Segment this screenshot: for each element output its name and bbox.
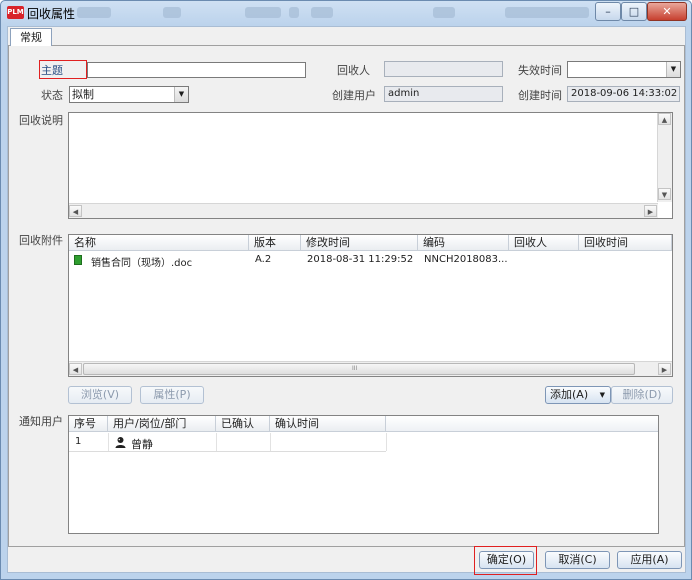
column-header[interactable]: 编码 [418,235,509,251]
attachments-hscrollbar[interactable]: ◀ III ▶ [69,361,672,376]
delete-button[interactable]: 删除(D) [611,386,673,404]
scroll-down-icon[interactable]: ▼ [658,188,671,200]
scroll-up-icon[interactable]: ▲ [658,113,671,125]
creator-label: 创建用户 [332,89,376,102]
notify-users-table: 序号 用户/岗位/部门 已确认 确认时间 1 曾静 [68,415,659,534]
user-icon [115,436,126,448]
notify-index: 1 [75,436,82,447]
description-label: 回收说明 [19,114,63,127]
recipient-label: 回收人 [337,64,370,77]
status-select[interactable]: 拟制 ▼ [69,86,189,103]
scroll-left-icon[interactable]: ◀ [69,205,82,217]
cell-divider [386,433,387,451]
column-header[interactable]: 确认时间 [270,416,386,432]
ok-button[interactable]: 确定(O) [479,551,534,569]
notify-users-label: 通知用户 [19,415,63,428]
attachments-label: 回收附件 [19,234,63,247]
cell-divider [108,433,109,451]
blurred-title-text [245,7,281,18]
properties-button[interactable]: 属性(P) [140,386,204,404]
window-title: 回收属性 [27,7,76,21]
chevron-down-icon[interactable]: ▼ [174,87,188,102]
recipient-field [384,61,503,77]
column-header-filler [386,416,658,432]
browse-button[interactable]: 浏览(V) [68,386,132,404]
subject-input[interactable] [87,62,306,78]
column-header[interactable]: 修改时间 [301,235,418,251]
column-header[interactable]: 回收人 [509,235,579,251]
expire-time-picker[interactable]: ▼ [567,61,681,78]
column-header[interactable]: 序号 [69,416,108,432]
status-value: 拟制 [72,88,94,101]
created-time-field: 2018-09-06 14:33:02 [567,86,680,102]
description-vscrollbar[interactable]: ▲ ▼ [657,113,672,202]
column-header[interactable]: 名称 [69,235,249,251]
created-time-label: 创建时间 [518,89,562,102]
blurred-title-text [289,7,299,18]
column-header[interactable]: 用户/岗位/部门 [108,416,216,432]
blurred-title-text [505,7,589,18]
title-bar[interactable]: PLM 回收属性 – □ ✕ [1,1,691,23]
subject-highlight [39,60,87,79]
status-label: 状态 [41,89,63,102]
blurred-title-text [163,7,181,18]
scroll-right-icon[interactable]: ▶ [658,363,671,375]
minimize-button[interactable]: – [595,2,621,21]
maximize-button[interactable]: □ [621,2,647,21]
blurred-title-text [311,7,333,18]
column-header[interactable]: 版本 [249,235,301,251]
tab-general[interactable]: 常规 [10,28,52,46]
table-row[interactable]: 销售合同（现场）.doc A.2 2018-08-31 11:29:52 NNC… [69,252,672,269]
cell-divider [270,433,271,451]
plm-logo-icon: PLM [7,6,24,19]
attachment-name: 销售合同（现场）.doc [91,258,193,269]
attachment-modified: 2018-08-31 11:29:52 [307,254,414,265]
chevron-down-icon[interactable]: ▼ [666,62,680,77]
attachments-table: 名称 版本 修改时间 编码 回收人 回收时间 销售合同（现场）.doc A.2 … [68,234,673,377]
expire-time-label: 失效时间 [518,64,562,77]
apply-button[interactable]: 应用(A) [617,551,682,569]
scroll-thumb[interactable]: III [83,363,635,375]
cell-divider [216,433,217,451]
attachment-version: A.2 [255,254,272,265]
close-button[interactable]: ✕ [647,2,687,21]
attachment-code: NNCH2018083... [424,254,508,265]
add-button[interactable]: 添加(A) ▼ [545,386,611,404]
add-button-label: 添加(A) [550,388,589,401]
table-row[interactable]: 1 曾静 [69,433,387,452]
creator-field: admin [384,86,503,102]
scroll-left-icon[interactable]: ◀ [69,363,82,375]
description-textarea[interactable]: ▲ ▼ ◀ ▶ [68,112,673,219]
notify-user-name: 曾静 [131,438,153,451]
blurred-title-text [433,7,455,18]
column-header[interactable]: 回收时间 [579,235,672,251]
general-panel: 主题 回收人 失效时间 ▼ 状态 拟制 ▼ 创建用户 admin 创建时间 20… [8,45,685,547]
description-hscrollbar[interactable]: ◀ ▶ [69,203,658,218]
scroll-right-icon[interactable]: ▶ [644,205,657,217]
cancel-button[interactable]: 取消(C) [545,551,610,569]
blurred-title-text [77,7,111,18]
scroll-grip: III [352,365,358,372]
column-header[interactable]: 已确认 [216,416,270,432]
document-icon [74,255,82,265]
chevron-down-icon: ▼ [599,391,605,399]
